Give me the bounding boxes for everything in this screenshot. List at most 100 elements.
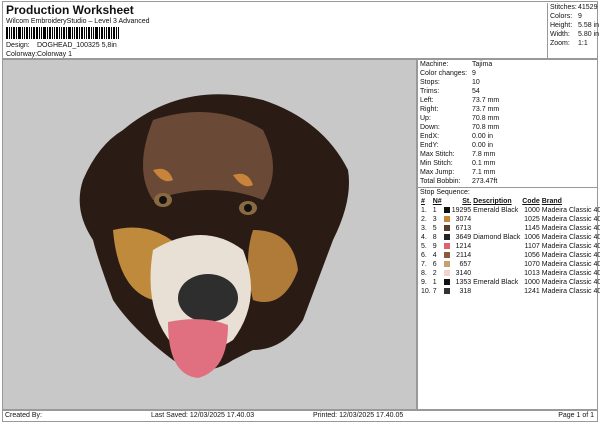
machine-value: 70.8 mm [472,115,500,122]
stop-number: 5. [421,243,427,250]
footer: Created By: Last Saved: 12/03/2025 17.40… [2,410,598,422]
worksheet-header: Production Worksheet Wilcom EmbroiderySt… [2,1,600,60]
stats-value: 41529 [578,4,598,11]
table-row: 1. 1 19295 Emerald Black 1000 Madeira Cl… [420,206,600,215]
stop-number: 3. [421,225,427,232]
color-swatch [443,216,450,223]
barcode-bar [99,27,100,39]
machine-row: Stops: 10 [418,78,597,87]
needle-number: 8 [432,234,437,241]
color-swatch-cell [443,206,451,215]
machine-row: Total Bobbin: 273.47ft [418,177,597,186]
needle-number: 1 [432,279,437,286]
thread-description [472,287,521,296]
stats-label: Height: [550,22,573,29]
thread-description [472,242,521,251]
color-swatch [443,252,450,259]
machine-label: Total Bobbin: [420,178,461,185]
page-number: Page 1 of 1 [558,412,594,419]
table-row: 10. 7 318 1241 Madeira Classic 40 [420,287,600,296]
column-header: # [421,198,425,205]
machine-value: 0.1 mm [472,160,496,167]
stats-row: Stitches: 41529 [550,3,600,12]
machine-label: Max Stitch: [420,151,455,158]
barcode-bar [29,27,30,39]
barcode-bar [93,27,94,39]
column-header: Description [473,198,512,205]
thread-brand: Madeira Classic 40 [541,207,600,214]
software-name: Wilcom EmbroideryStudio – Level 3 Advanc… [6,18,150,25]
thread-description [472,251,521,260]
machine-value: 10 [472,79,480,86]
stitch-count: 3649 [455,234,472,241]
design-label: Design: [6,42,30,49]
needle-number: 3 [432,216,437,223]
machine-label: Color changes: [420,70,468,77]
thread-brand: Madeira Classic 40 [541,279,600,286]
stats-row: Height: 5.58 in [550,21,600,30]
stop-number: 10. [421,288,431,295]
color-swatch-cell [443,260,451,269]
design-preview [2,59,417,410]
machine-value: 73.7 mm [472,97,500,104]
stats-label: Colors: [550,13,573,20]
barcode-bar [61,27,62,39]
barcode-bar [43,27,46,39]
stitch-count: 318 [459,288,472,295]
machine-label: Min Stitch: [420,160,453,167]
barcode-bar [84,27,85,39]
needle-number: 9 [432,243,437,250]
barcode-bar [113,27,115,39]
thread-brand: Madeira Classic 40 [541,261,600,268]
thread-brand: Madeira Classic 40 [541,216,600,223]
machine-row: EndX: 0.00 in [418,132,597,141]
column-header: Brand [541,198,562,205]
color-swatch [443,243,450,250]
stats-row: Width: 5.80 in [550,30,600,39]
color-swatch [443,234,450,241]
machine-label: EndY: [420,142,439,149]
machine-label: EndX: [420,133,440,140]
stats-label: Zoom: [550,40,570,47]
thread-description [472,269,521,278]
design-value: DOGHEAD_100325 5,8in [37,42,117,49]
needle-number: 4 [432,252,437,259]
barcode-bar [24,27,25,39]
column-header: Code [522,198,540,205]
thread-brand: Madeira Classic 40 [541,243,600,250]
machine-row: Up: 70.8 mm [418,114,597,123]
thread-description: Emerald Black [473,207,519,214]
color-swatch-cell [443,242,451,251]
thread-code: 1145 [524,225,540,232]
stop-number: 1. [421,207,427,214]
stats-value: 5.58 in [578,22,600,29]
thread-code: 1000 [524,207,540,214]
page-title: Production Worksheet [6,3,134,17]
barcode [6,27,161,39]
machine-value: 0.00 in [472,142,494,149]
stop-number: 8. [421,270,427,277]
thread-code: 1056 [524,252,540,259]
needle-number: 5 [432,225,437,232]
barcode-bar [6,27,8,39]
last-saved: Last Saved: 12/03/2025 17.40.03 [151,412,255,419]
stitch-count: 657 [459,261,472,268]
table-row: 3. 5 6713 1145 Madeira Classic 40 [420,224,600,233]
machine-label: Stops: [420,79,440,86]
machine-value: 273.47ft [472,178,498,185]
table-row: 5. 9 1214 1107 Madeira Classic 40 [420,242,600,251]
colorway-value: Colorway 1 [37,51,73,58]
printed-date: Printed: 12/03/2025 17.40.05 [313,412,404,419]
barcode-bar [95,27,98,39]
barcode-bar [72,27,73,39]
stop-sequence: Stop Sequence: # N# St. Description Code Bran… [418,187,600,296]
machine-row: EndY: 0.00 in [418,141,597,150]
thread-description [472,224,521,233]
column-header: N# [432,198,442,205]
needle-number: 1 [432,207,437,214]
machine-row: Min Stitch: 0.1 mm [418,159,597,168]
barcode-bar [88,27,90,39]
barcode-bar [33,27,35,39]
machine-value: 9 [472,70,476,77]
machine-row: Machine: Tajima [418,60,597,69]
